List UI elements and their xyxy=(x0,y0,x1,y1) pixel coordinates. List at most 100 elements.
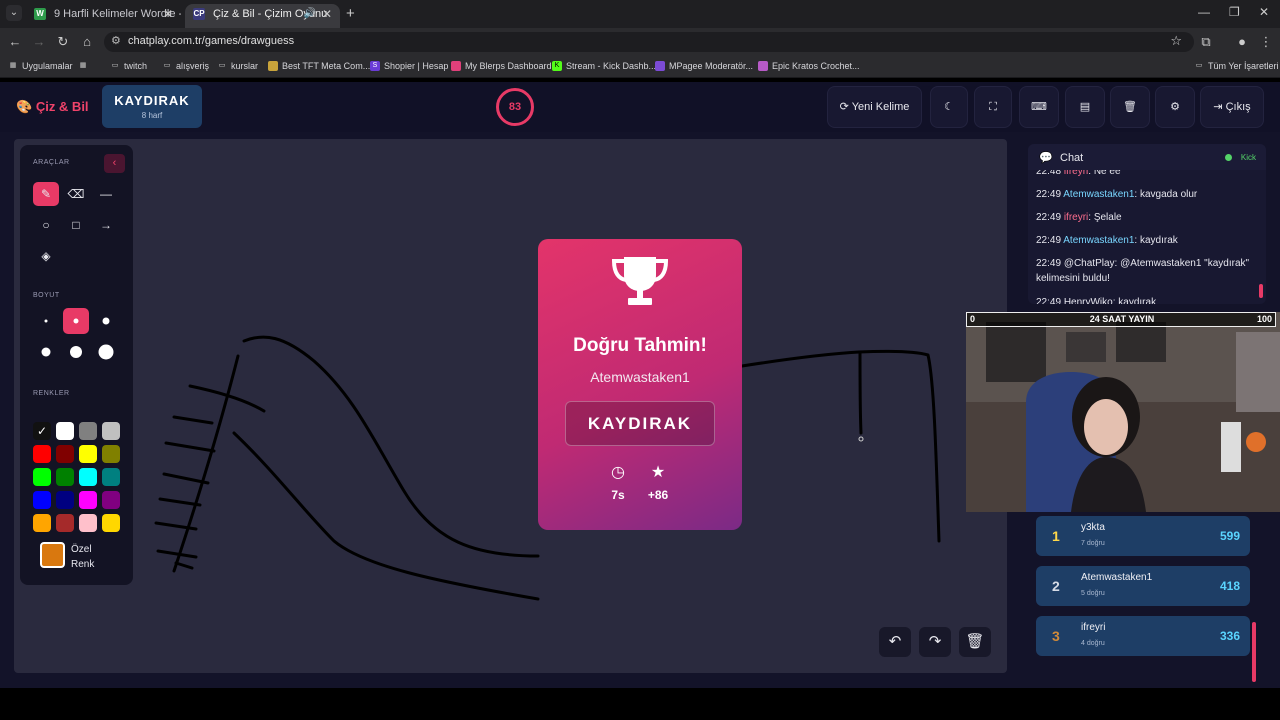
message-time: 22:49 xyxy=(1036,212,1062,223)
message-user[interactable]: Atemwastaken1 xyxy=(1063,235,1134,246)
new-word-label: Yeni Kelime xyxy=(851,101,910,113)
message-user[interactable]: @ChatPlay xyxy=(1064,258,1115,269)
message-text: : kaydırak xyxy=(1112,297,1157,304)
close-tab-icon[interactable]: ✕ xyxy=(322,4,332,24)
restore-icon[interactable]: ❐ xyxy=(1229,5,1240,19)
trash-button[interactable]: 🗑 xyxy=(1110,86,1150,128)
stream-progress-bar: 0 24 SAAT YAYIN 100 xyxy=(966,312,1276,327)
leaderboard-row: 2 Atemwastaken1 5 doğru 418 xyxy=(1036,566,1250,606)
palette-icon: 🎨 xyxy=(16,99,36,114)
bookmark-label: My Blerps Dashboard xyxy=(465,61,552,71)
bookmark-apps[interactable]: ▦ Uygulamalar xyxy=(8,61,73,71)
bookmark-folder-shopping[interactable]: ▭ alışveriş xyxy=(162,61,209,71)
bookmark-label: MPagee Moderatör... xyxy=(669,61,754,71)
address-bar[interactable]: ⚙ chatplay.com.tr/games/drawguess ☆ xyxy=(104,32,1194,52)
settings-button[interactable]: ⚙ xyxy=(1155,86,1195,128)
bookmark-star-icon[interactable]: ☆ xyxy=(1170,33,1182,49)
exit-button[interactable]: ⇥ Çıkış xyxy=(1200,86,1264,128)
message-user[interactable]: Atemwastaken1 xyxy=(1063,189,1134,200)
bookmark-shopier[interactable]: S Shopier | Hesap xyxy=(370,61,448,71)
rank: 1 xyxy=(1052,528,1060,544)
redo-button[interactable]: ↷ xyxy=(919,627,951,657)
home-icon[interactable]: ⌂ xyxy=(79,34,95,49)
bookmark-folder-twitch[interactable]: ▭ twitch xyxy=(110,61,147,71)
clock-icon: ◷ xyxy=(611,464,625,481)
current-word: KAYDIRAK xyxy=(114,93,190,108)
archive-button[interactable]: ▤ xyxy=(1065,86,1105,128)
trash-icon: 🗑 xyxy=(965,633,985,650)
chat-scrollbar[interactable] xyxy=(1259,284,1263,298)
mpagee-favicon-icon xyxy=(655,61,665,71)
trophy-icon xyxy=(611,257,669,305)
chat-title: Chat xyxy=(1060,152,1084,164)
bookmark-mpagee[interactable]: MPagee Moderatör... xyxy=(655,61,753,71)
leaderboard-scrollbar[interactable] xyxy=(1252,622,1256,682)
window-close-icon[interactable]: ✕ xyxy=(1259,5,1269,19)
bookmark-kick[interactable]: K Stream - Kick Dashb... xyxy=(552,61,656,71)
message-time: 22:49 xyxy=(1036,297,1062,304)
new-tab-icon[interactable]: + xyxy=(346,5,355,22)
line-tool[interactable]: — xyxy=(93,182,119,206)
correct-count: 5 doğru xyxy=(1081,590,1105,597)
chat-message: 22:49 Atemwastaken1: kavgada olur xyxy=(1036,187,1258,202)
folder-icon: ▭ xyxy=(1195,62,1203,69)
bookmark-blerps[interactable]: My Blerps Dashboard xyxy=(451,61,552,71)
leaderboard-row: 3 ifreyri 4 doğru 336 xyxy=(1036,616,1250,656)
eraser-tool[interactable]: ⌫ xyxy=(63,182,89,206)
theme-toggle-button[interactable]: ☾ xyxy=(930,86,968,128)
fullscreen-button[interactable]: ⛶ xyxy=(974,86,1012,128)
bookmarks-bar: ▦ Uygulamalar ▦ ▭ twitch ▭ alışveriş ▭ kursl… xyxy=(0,56,1280,78)
new-word-button[interactable]: ⟳ Yeni Kelime xyxy=(827,86,922,128)
correct-guess-modal: Doğru Tahmin! Atemwastaken1 KAYDIRAK ◷ 7… xyxy=(538,239,742,530)
chat-messages[interactable]: 22:48 ifreyri: Ne ee 22:49 Atemwastaken1:… xyxy=(1028,170,1266,304)
reload-icon[interactable]: ↻ xyxy=(55,34,71,50)
profile-icon[interactable]: ● xyxy=(1234,34,1250,49)
app-logo[interactable]: 🎨 Çiz & Bil xyxy=(16,99,89,115)
message-text: : Şelale xyxy=(1088,212,1122,223)
message-text: : kavgada olur xyxy=(1134,189,1198,200)
message-user[interactable]: ifreyri xyxy=(1064,212,1088,223)
minimize-icon[interactable]: — xyxy=(1198,5,1210,19)
countdown-timer: 83 xyxy=(496,88,534,126)
message-user[interactable]: HenryWiko xyxy=(1064,297,1113,304)
tab-search-icon[interactable]: ⌄ xyxy=(6,5,22,21)
collapse-panel-button[interactable]: ‹ xyxy=(104,154,125,173)
message-time: 22:48 xyxy=(1036,170,1062,177)
chat-message: 22:48 ifreyri: Ne ee xyxy=(1036,170,1258,179)
bookmark-tft[interactable]: Best TFT Meta Com... xyxy=(268,61,370,71)
all-bookmarks[interactable]: ▭ Tüm Yer İşaretleri xyxy=(1194,61,1279,71)
chat-message: 22:49 HenryWiko: kaydırak xyxy=(1036,295,1258,304)
exit-label: Çıkış xyxy=(1225,101,1251,113)
rank: 2 xyxy=(1052,578,1060,594)
tab-wordle[interactable]: W 9 Harfli Kelimeler Wordle - Çev ✕ xyxy=(26,4,181,28)
leaderboard-row: 1 y3kta 7 doğru 599 xyxy=(1036,516,1250,556)
chat-panel: 💬 Chat Kick 22:48 ifreyri: Ne ee 22:49 At… xyxy=(1028,144,1266,304)
bookmark-label: Tüm Yer İşaretleri xyxy=(1208,61,1279,71)
bookmark-folder-courses[interactable]: ▭ kurslar xyxy=(217,61,258,71)
forward-icon[interactable]: → xyxy=(31,34,47,49)
tools-heading: ARAÇLAR xyxy=(33,159,70,166)
tab-draw-game[interactable]: CP Çiz & Bil - Çizim Oyunu 🔊 ✕ xyxy=(185,4,340,28)
bookmark-kratos[interactable]: Epic Kratos Crochet... xyxy=(758,61,860,71)
clear-canvas-button[interactable]: 🗑 xyxy=(959,627,991,657)
message-user[interactable]: ifreyri xyxy=(1064,170,1088,177)
close-tab-icon[interactable]: ✕ xyxy=(163,4,173,24)
kratos-favicon-icon xyxy=(758,61,768,71)
line-icon: — xyxy=(100,187,112,201)
keyboard-button[interactable]: ⌨ xyxy=(1019,86,1059,128)
browser-menu-icon[interactable]: ⋮ xyxy=(1258,34,1274,50)
brush-tool[interactable]: ✎ xyxy=(33,182,59,206)
speaker-icon[interactable]: 🔊 xyxy=(304,4,316,24)
site-info-icon[interactable]: ⚙ xyxy=(111,34,121,47)
archive-icon: ▤ xyxy=(1079,101,1091,113)
player-name: Atemwastaken1 xyxy=(1081,572,1153,583)
progress-max: 100 xyxy=(1256,314,1272,324)
bookmark-label: Uygulamalar xyxy=(22,61,73,71)
online-status-icon xyxy=(1225,154,1232,161)
back-icon[interactable]: ← xyxy=(7,34,23,49)
kick-favicon-icon: K xyxy=(552,61,562,71)
extensions-icon[interactable]: ⧉ xyxy=(1198,34,1214,50)
chatplay-favicon-icon: CP xyxy=(193,8,205,20)
undo-button[interactable]: ↶ xyxy=(879,627,911,657)
folder-icon: ▭ xyxy=(111,62,119,69)
